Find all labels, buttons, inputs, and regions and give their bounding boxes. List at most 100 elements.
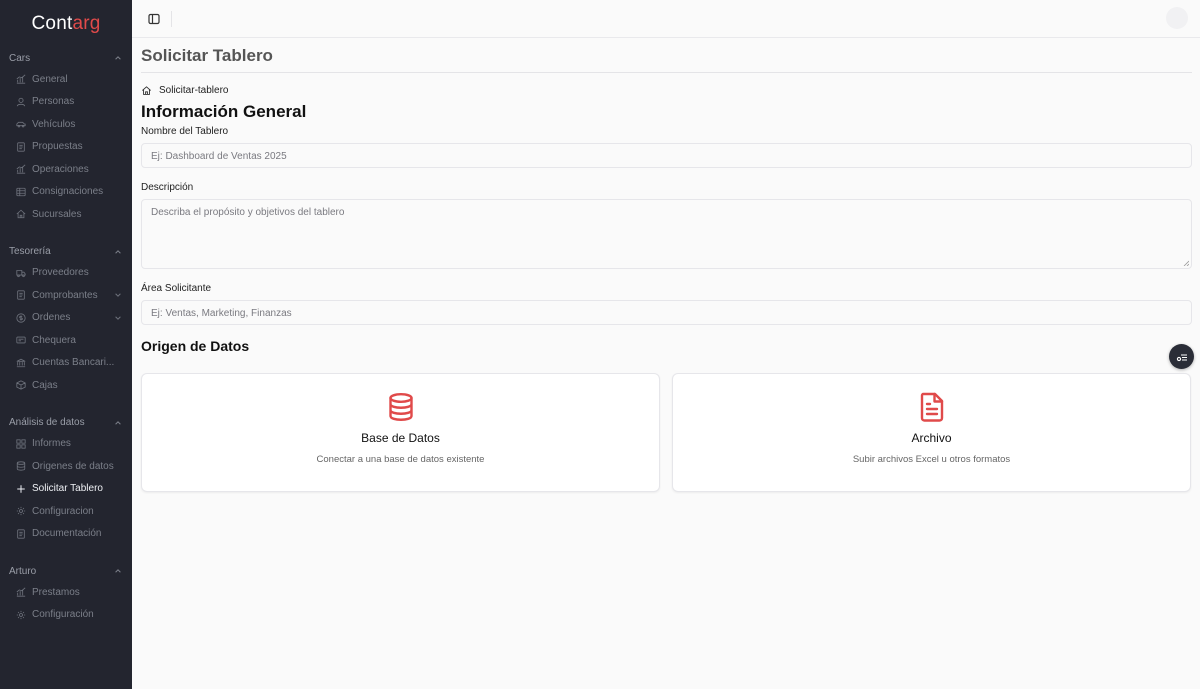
sidebar-item-label: Proveedores (32, 267, 89, 279)
divider (171, 10, 172, 27)
card-title: Archivo (911, 431, 952, 445)
file-icon (17, 290, 25, 300)
sidebar-item-label: Prestamos (32, 586, 80, 598)
descripcion-textarea[interactable]: Describa el propósito y objetivos del ta… (141, 199, 1192, 269)
breadcrumb-current[interactable]: Solicitar-tablero (159, 85, 228, 96)
home-icon (16, 209, 26, 219)
sidebar-item-cuentas-bancarias[interactable]: Cuentas Bancari... (0, 352, 132, 375)
gear-icon (16, 610, 26, 619)
sidebar-item-comprobantes[interactable]: Comprobantes (0, 284, 132, 307)
sidebar-section-tesoreria: Tesorería Proveedores Comprobantes Orden… (0, 242, 132, 397)
sidebar-item-ordenes[interactable]: Ordenes (0, 307, 132, 330)
sidebar-item-personas[interactable]: Personas (0, 91, 132, 114)
sidebar-item-proveedores[interactable]: Proveedores (0, 262, 132, 285)
sidebar-item-label: Solicitar Tablero (32, 483, 103, 495)
sidebar: Cont arg Cars General Personas Vehículos … (0, 0, 132, 689)
car-icon (16, 122, 26, 128)
sidebar-section-toggle[interactable]: Análisis de datos (0, 413, 132, 433)
chevron-down-icon (115, 293, 121, 298)
database-icon (16, 461, 26, 471)
sidebar-section-title: Análisis de datos (9, 417, 85, 428)
sidebar-section-title: Tesorería (9, 246, 51, 257)
sidebar-item-informes[interactable]: Informes (0, 433, 132, 456)
sidebar-item-documentacion[interactable]: Documentación (0, 523, 132, 546)
divider (141, 72, 1192, 73)
main-content: Solicitar Tablero Solicitar-tablero Info… (141, 38, 1192, 492)
sidebar-item-cajas[interactable]: Cajas (0, 374, 132, 397)
section-title-origen: Origen de Datos (141, 338, 250, 354)
bank-icon (16, 358, 26, 367)
sidebar-item-label: Configuracion (32, 505, 94, 517)
chevron-up-icon (115, 569, 121, 573)
brand-name-part1: Cont (31, 13, 73, 34)
gear-icon (16, 507, 26, 516)
home-icon[interactable] (141, 85, 152, 96)
field-label-area: Área Solicitante (141, 283, 212, 294)
sidebar-toggle-icon[interactable] (147, 12, 161, 26)
sidebar-item-label: Cajas (32, 379, 58, 391)
sidebar-item-sucursales[interactable]: Sucursales (0, 203, 132, 226)
chart-icon (16, 587, 26, 597)
sidebar-item-origenes[interactable]: Origenes de datos (0, 455, 132, 478)
sidebar-item-label: Consignaciones (32, 186, 104, 198)
sidebar-section-analisis: Análisis de datos Informes Origenes de d… (0, 413, 132, 546)
table-icon (16, 187, 26, 196)
field-label-descripcion: Descripción (141, 182, 194, 193)
settings-list-icon (1176, 353, 1187, 361)
sidebar-item-operaciones[interactable]: Operaciones (0, 158, 132, 181)
sidebar-item-label: Origenes de datos (32, 460, 114, 472)
sidebar-item-configuracion-arturo[interactable]: Configuración (0, 604, 132, 627)
sidebar-item-chequera[interactable]: Chequera (0, 329, 132, 352)
sidebar-item-label: Personas (32, 96, 75, 108)
sidebar-section-toggle[interactable]: Tesorería (0, 242, 132, 262)
page-title: Solicitar Tablero (141, 46, 273, 65)
sidebar-item-consignaciones[interactable]: Consignaciones (0, 181, 132, 204)
truck-icon (16, 269, 26, 277)
sidebar-section-arturo: Arturo Prestamos Configuración (0, 561, 132, 626)
file-icon (17, 142, 25, 152)
sidebar-section-cars: Cars General Personas Vehículos Propuest… (0, 48, 132, 226)
sidebar-item-propuestas[interactable]: Propuestas (0, 136, 132, 159)
card-description: Conectar a una base de datos existente (316, 454, 485, 465)
card-icon (16, 336, 26, 344)
sidebar-item-label: Informes (32, 438, 71, 450)
avatar[interactable] (1166, 7, 1188, 29)
sidebar-item-label: Sucursales (32, 208, 82, 220)
area-solicitante-input[interactable]: Ej: Ventas, Marketing, Finanzas (141, 300, 1192, 325)
sidebar-item-label: Cuentas Bancari... (32, 357, 115, 369)
box-icon (16, 380, 26, 390)
chart-icon (16, 164, 26, 174)
textarea-placeholder: Describa el propósito y objetivos del ta… (151, 207, 345, 218)
brand-logo[interactable]: Cont arg (0, 0, 132, 48)
breadcrumb: Solicitar-tablero (141, 84, 1192, 96)
top-bar (132, 0, 1200, 38)
sidebar-item-solicitar-tablero[interactable]: Solicitar Tablero (0, 478, 132, 501)
sidebar-section-toggle[interactable]: Arturo (0, 561, 132, 581)
sidebar-item-label: Chequera (32, 334, 76, 346)
file-option-card[interactable]: Archivo Subir archivos Excel u otros for… (672, 373, 1191, 492)
sidebar-item-label: Operaciones (32, 163, 89, 175)
plus-icon (17, 485, 25, 493)
field-label-nombre: Nombre del Tablero (141, 126, 229, 137)
data-source-options: Base de Datos Conectar a una base de dat… (141, 373, 1192, 492)
sidebar-section-title: Arturo (9, 565, 37, 577)
resize-handle-icon[interactable] (1183, 260, 1189, 266)
database-icon (388, 393, 413, 421)
sidebar-section-toggle[interactable]: Cars (0, 48, 132, 68)
sidebar-item-label: Ordenes (32, 312, 71, 324)
file-icon (17, 529, 25, 539)
sidebar-item-label: Comprobantes (32, 289, 98, 301)
filter-settings-button[interactable] (1169, 344, 1194, 369)
nombre-tablero-input[interactable]: Ej: Dashboard de Ventas 2025 (141, 143, 1192, 168)
sidebar-item-general[interactable]: General (0, 68, 132, 91)
sidebar-item-configuracion[interactable]: Configuracion (0, 500, 132, 523)
input-placeholder: Ej: Ventas, Marketing, Finanzas (151, 308, 292, 319)
sidebar-item-prestamos[interactable]: Prestamos (0, 581, 132, 604)
chevron-up-icon (115, 249, 121, 254)
card-title: Base de Datos (361, 431, 440, 445)
database-option-card[interactable]: Base de Datos Conectar a una base de dat… (141, 373, 660, 492)
section-title-general: Información General (141, 102, 307, 121)
card-description: Subir archivos Excel u otros formatos (852, 454, 1011, 465)
file-text-icon (920, 392, 943, 422)
sidebar-item-vehiculos[interactable]: Vehículos (0, 113, 132, 136)
